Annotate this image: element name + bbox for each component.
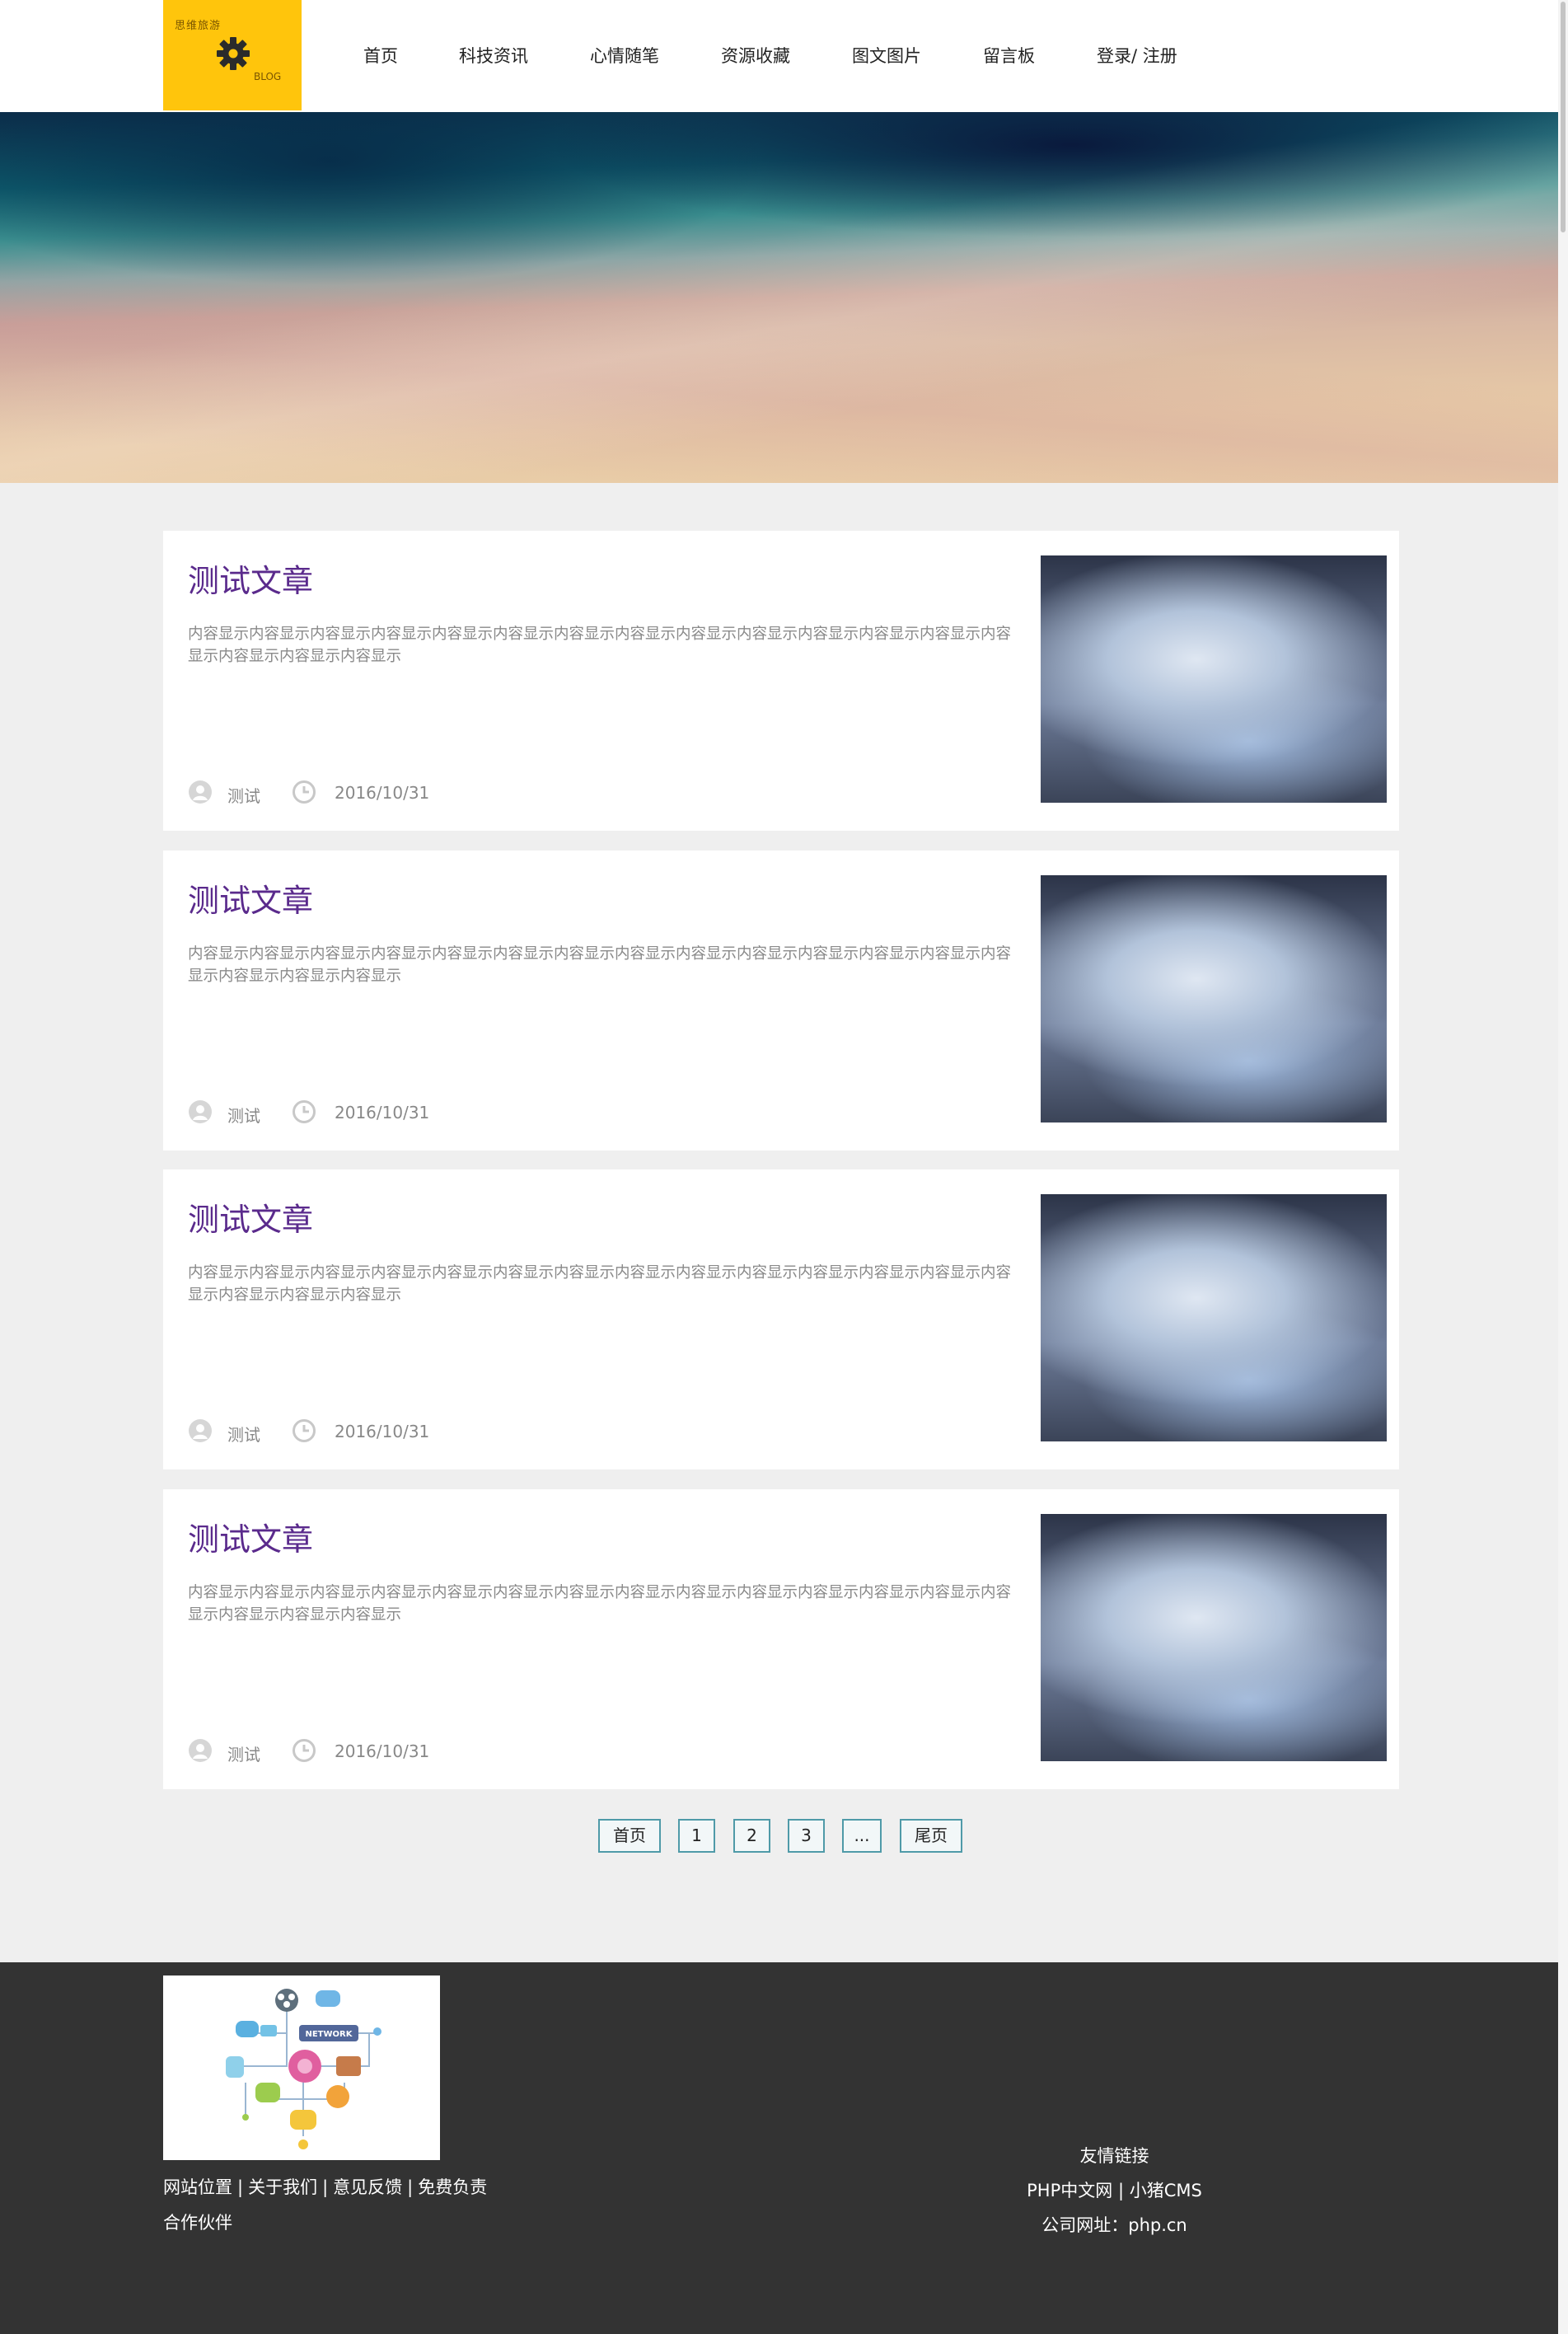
article-excerpt: 内容显示内容显示内容显示内容显示内容显示内容显示内容显示内容显示内容显示内容显示… <box>188 626 1012 665</box>
logo-title: 思维旅游 <box>175 20 222 32</box>
network-illustration: NETWORK <box>163 1975 440 2160</box>
article-author: 测试 <box>227 1106 260 1126</box>
friend-link-php[interactable]: PHP中文网 <box>1027 2181 1112 2200</box>
article-author: 测试 <box>227 1425 260 1445</box>
article-thumbnail[interactable] <box>1041 555 1387 803</box>
pager-page-1-button[interactable]: 1 <box>678 1819 715 1853</box>
article-card: 测试文章 内容显示内容显示内容显示内容显示内容显示内容显示内容显示内容显示内容显… <box>163 1169 1399 1469</box>
nav-item-resources[interactable]: 资源收藏 <box>721 43 790 68</box>
article-author: 测试 <box>227 786 260 806</box>
pager-first-button[interactable]: 首页 <box>598 1819 661 1853</box>
friend-links-title: 友情链接 <box>1079 2146 1149 2166</box>
pager-last-button[interactable]: 尾页 <box>900 1819 962 1853</box>
nav-item-tech-news[interactable]: 科技资讯 <box>459 43 528 68</box>
footer-link-partners[interactable]: 合作伙伴 <box>163 2210 232 2234</box>
article-thumbnail[interactable] <box>1041 1194 1387 1441</box>
article-title[interactable]: 测试文章 <box>188 875 313 921</box>
article-card: 测试文章 内容显示内容显示内容显示内容显示内容显示内容显示内容显示内容显示内容显… <box>163 531 1399 831</box>
footer-link-site-location[interactable]: 网站位置 <box>163 2177 232 2197</box>
user-icon <box>189 780 212 804</box>
article-excerpt: 内容显示内容显示内容显示内容显示内容显示内容显示内容显示内容显示内容显示内容显示… <box>188 945 1012 985</box>
footer-link-disclaimer[interactable]: 免费负责 <box>418 2177 487 2197</box>
page-scrollbar[interactable] <box>1558 0 1568 2334</box>
nav-item-essays[interactable]: 心情随笔 <box>590 43 659 68</box>
article-excerpt: 内容显示内容显示内容显示内容显示内容显示内容显示内容显示内容显示内容显示内容显示… <box>188 1264 1012 1304</box>
user-icon <box>189 1419 212 1442</box>
logo-subtitle: BLOG <box>254 71 282 82</box>
nav-item-login-register[interactable]: 登录/ 注册 <box>1097 43 1177 68</box>
hero-banner <box>0 112 1558 483</box>
footer-separator: | <box>407 2177 414 2197</box>
article-thumbnail[interactable] <box>1041 875 1387 1122</box>
article-title[interactable]: 测试文章 <box>188 555 313 601</box>
company-address-link[interactable]: php.cn <box>1128 2215 1187 2235</box>
footer-links: 网站位置 | 关于我们 | 意见反馈 | 免费负责 <box>163 2174 487 2199</box>
article-date: 2016/10/31 <box>335 1103 430 1122</box>
friend-link-cms[interactable]: 小猪CMS <box>1130 2181 1202 2200</box>
user-icon <box>189 1739 212 1762</box>
article-title[interactable]: 测试文章 <box>188 1194 313 1240</box>
site-footer: NETWORK 网站位置 | 关于我们 | 意见反馈 | 免费负责 合作伙伴 友情链接 PH… <box>0 1962 1558 2334</box>
company-address: 公司网址：php.cn <box>989 2208 1240 2243</box>
article-excerpt: 内容显示内容显示内容显示内容显示内容显示内容显示内容显示内容显示内容显示内容显示… <box>188 1584 1012 1624</box>
site-header: 思维旅游 BLOG 首页 科技资讯 心情随笔 资源收藏 图文图片 留言板 登录/… <box>0 0 1558 112</box>
friend-links-list: PHP中文网 | 小猪CMS <box>989 2173 1240 2208</box>
article-thumbnail[interactable] <box>1041 1514 1387 1761</box>
network-diagram-icon: NETWORK <box>226 1989 381 2149</box>
nav-item-home[interactable]: 首页 <box>363 43 398 68</box>
footer-separator: | <box>1117 2181 1125 2200</box>
article-date: 2016/10/31 <box>335 1422 430 1441</box>
article-card: 测试文章 内容显示内容显示内容显示内容显示内容显示内容显示内容显示内容显示内容显… <box>163 851 1399 1151</box>
clock-icon <box>293 1100 316 1123</box>
site-logo[interactable]: 思维旅游 BLOG <box>163 0 302 110</box>
pager-ellipsis-button[interactable]: ... <box>842 1819 882 1853</box>
footer-separator: | <box>322 2177 329 2197</box>
article-author: 测试 <box>227 1745 260 1765</box>
pager-page-3-button[interactable]: 3 <box>788 1819 825 1853</box>
clock-icon <box>293 1419 316 1442</box>
footer-separator: | <box>237 2177 244 2197</box>
scrollbar-thumb[interactable] <box>1561 2 1566 232</box>
network-label: NETWORK <box>305 2030 353 2039</box>
article-date: 2016/10/31 <box>335 1741 430 1761</box>
pager-page-2-button[interactable]: 2 <box>733 1819 770 1853</box>
footer-link-feedback[interactable]: 意见反馈 <box>333 2177 402 2197</box>
user-icon <box>189 1100 212 1123</box>
clock-icon <box>293 1739 316 1762</box>
footer-link-about-us[interactable]: 关于我们 <box>248 2177 317 2197</box>
article-date: 2016/10/31 <box>335 783 430 803</box>
article-card: 测试文章 内容显示内容显示内容显示内容显示内容显示内容显示内容显示内容显示内容显… <box>163 1489 1399 1789</box>
article-title[interactable]: 测试文章 <box>188 1514 313 1559</box>
company-address-label: 公司网址： <box>1041 2215 1129 2235</box>
gear-icon <box>217 37 250 70</box>
friend-links: 友情链接 PHP中文网 | 小猪CMS 公司网址：php.cn <box>989 2139 1240 2243</box>
clock-icon <box>293 780 316 804</box>
nav-item-gallery[interactable]: 图文图片 <box>852 43 921 68</box>
nav-item-guestbook[interactable]: 留言板 <box>983 43 1035 68</box>
